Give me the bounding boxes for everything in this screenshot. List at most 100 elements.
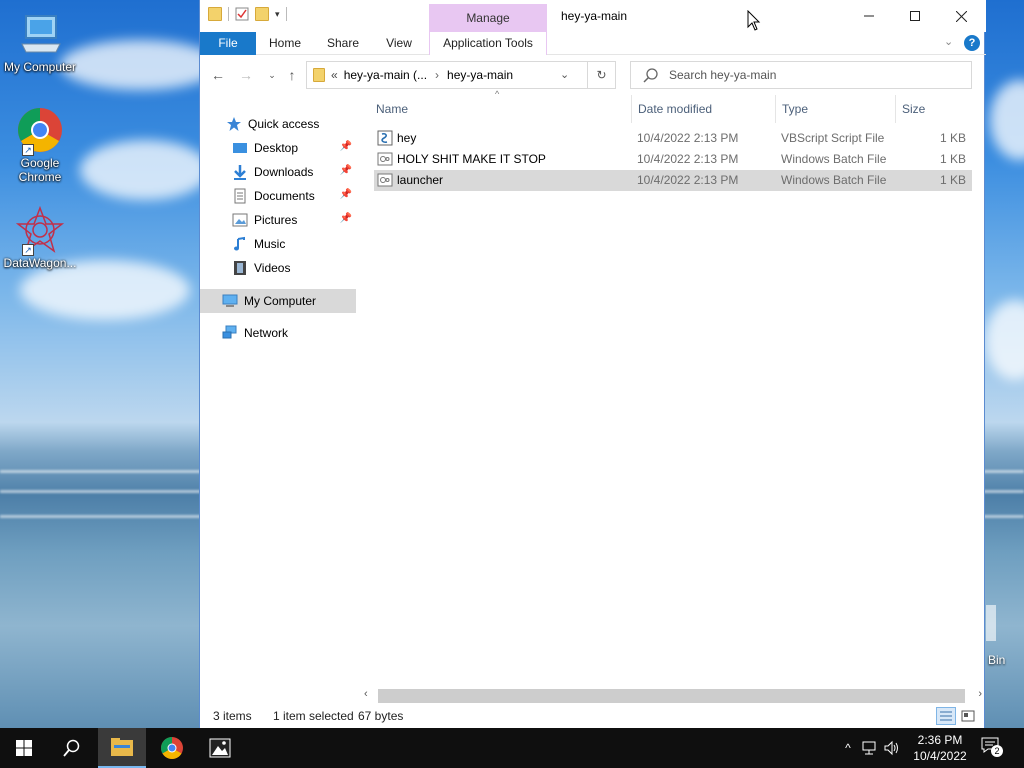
address-dropdown-icon[interactable]: ⌄ [560,68,569,81]
ribbon-tabs: File Home Share View Application Tools ⌄… [200,32,986,55]
pin-icon[interactable]: 📌 [340,213,352,224]
recycle-bin-icon[interactable] [986,605,996,641]
cloud [80,140,210,200]
breadcrumb[interactable]: hey-ya-main [447,68,513,82]
scroll-right-icon[interactable]: › [978,688,982,700]
tab-view[interactable]: View [378,32,420,55]
nav-item-music[interactable]: Music [200,232,356,256]
tab-file[interactable]: File [200,32,256,55]
search-button[interactable] [48,728,96,768]
batch-file-icon [377,152,393,166]
column-header-size[interactable]: Size [896,95,972,123]
column-header-date-modified[interactable]: Date modified [632,95,776,123]
desktop-icon-google-chrome[interactable]: ↗ Google Chrome [0,106,80,184]
action-center-button[interactable]: 2 [980,736,1006,760]
table-row[interactable]: hey 10/4/2022 2:13 PM VBScript Script Fi… [374,128,972,149]
maximize-button[interactable] [892,0,938,32]
download-icon [234,165,246,180]
nav-item-quick-access[interactable]: Quick access [200,112,356,136]
horizontal-scrollbar[interactable]: ‹ › [360,688,986,705]
desktop-icon-my-computer[interactable]: My Computer [0,10,80,74]
details-view-button[interactable] [936,707,956,725]
computer-icon [222,294,238,307]
star-icon [227,117,241,131]
file-list: ^ Name Date modified Type Size hey 10/4/… [370,89,972,685]
file-size: 1 KB [939,152,966,166]
file-date: 10/4/2022 2:13 PM [637,173,739,187]
breadcrumb-chevron-icon[interactable]: › [435,68,439,82]
shortcut-arrow-icon: ↗ [22,244,34,256]
minimize-button[interactable] [846,0,892,32]
start-button[interactable] [0,728,48,768]
taskbar-file-explorer[interactable] [98,728,146,768]
nav-item-network[interactable]: Network [200,321,356,345]
nav-label: Desktop [254,141,299,155]
nav-item-pictures[interactable]: Pictures 📌 [200,208,356,232]
taskbar-chrome[interactable] [148,728,196,768]
pin-icon[interactable]: 📌 [340,141,352,152]
large-icons-view-icon [961,710,975,722]
expand-ribbon-icon[interactable]: ⌄ [944,35,953,48]
file-size: 1 KB [939,173,966,187]
search-box[interactable]: Search hey-ya-main [630,61,972,89]
pin-icon[interactable]: 📌 [340,165,352,176]
search-icon [63,739,80,757]
pin-icon[interactable]: 📌 [340,189,352,200]
nav-label: Videos [254,261,291,275]
new-folder-icon[interactable] [255,7,269,21]
manage-context-tab[interactable]: Manage [429,4,547,32]
properties-icon[interactable] [235,7,249,21]
network-status-icon[interactable] [862,740,878,756]
scrollbar-thumb[interactable] [378,689,965,703]
quick-access-toolbar: ▾ [208,7,287,21]
details-view-icon [940,711,952,721]
status-bar: 3 items 1 item selected 67 bytes [200,705,986,728]
breadcrumb[interactable]: hey-ya-main (... [344,68,427,82]
file-date: 10/4/2022 2:13 PM [637,152,739,166]
desktop-icon-label: DataWagon... [3,256,77,270]
show-hidden-icons-icon[interactable]: ^ [840,740,856,756]
back-button[interactable]: ← [208,66,228,86]
cloud [60,40,220,90]
table-row[interactable]: HOLY SHIT MAKE IT STOP 10/4/2022 2:13 PM… [374,149,972,170]
music-icon [234,236,245,251]
table-row-selected[interactable]: launcher 10/4/2022 2:13 PM Windows Batch… [374,170,972,191]
forward-button[interactable]: → [236,66,256,86]
column-header-type[interactable]: Type [776,95,896,123]
nav-item-documents[interactable]: Documents 📌 [200,184,356,208]
file-explorer-icon [111,738,133,756]
video-icon [234,261,246,275]
status-bytes: 67 bytes [358,709,404,723]
tab-share[interactable]: Share [320,32,366,55]
tab-application-tools[interactable]: Application Tools [429,32,547,55]
nav-item-downloads[interactable]: Downloads 📌 [200,160,356,184]
nav-label: Quick access [248,117,320,131]
search-input[interactable]: Search hey-ya-main [669,68,776,82]
large-icons-view-button[interactable] [958,707,978,725]
volume-icon[interactable] [884,740,900,756]
desktop-icon-datawagon[interactable]: ↗ DataWagon... [0,205,80,270]
title-bar[interactable]: ▾ Manage hey-ya-main [200,0,986,32]
nav-item-my-computer[interactable]: My Computer [200,289,356,313]
address-overflow[interactable]: « [331,68,338,82]
vbscript-file-icon [377,130,393,146]
close-button[interactable] [938,0,984,32]
nav-item-desktop[interactable]: Desktop 📌 [200,136,356,160]
customize-qat-icon[interactable]: ▾ [275,9,280,20]
separator [228,7,229,21]
column-header-name[interactable]: Name [370,95,632,123]
recent-locations-button[interactable]: ⌄ [262,66,282,86]
mouse-cursor-icon [747,10,761,31]
nav-label: Music [254,237,286,251]
desktop-icon-label: My Computer [3,60,77,74]
tab-home[interactable]: Home [262,32,308,55]
address-bar[interactable]: « hey-ya-main (... › hey-ya-main [306,61,588,89]
taskbar-photos[interactable] [196,728,244,768]
refresh-button[interactable]: ↻ [588,61,616,89]
nav-item-videos[interactable]: Videos [200,256,356,280]
scroll-left-icon[interactable]: ‹ [364,688,368,700]
navigation-pane: Quick access Desktop 📌 Downloads 📌 Docum… [200,105,356,695]
system-clock[interactable]: 2:36 PM 10/4/2022 [908,732,972,764]
help-icon[interactable]: ? [964,35,980,51]
up-button[interactable]: ↑ [282,66,302,86]
